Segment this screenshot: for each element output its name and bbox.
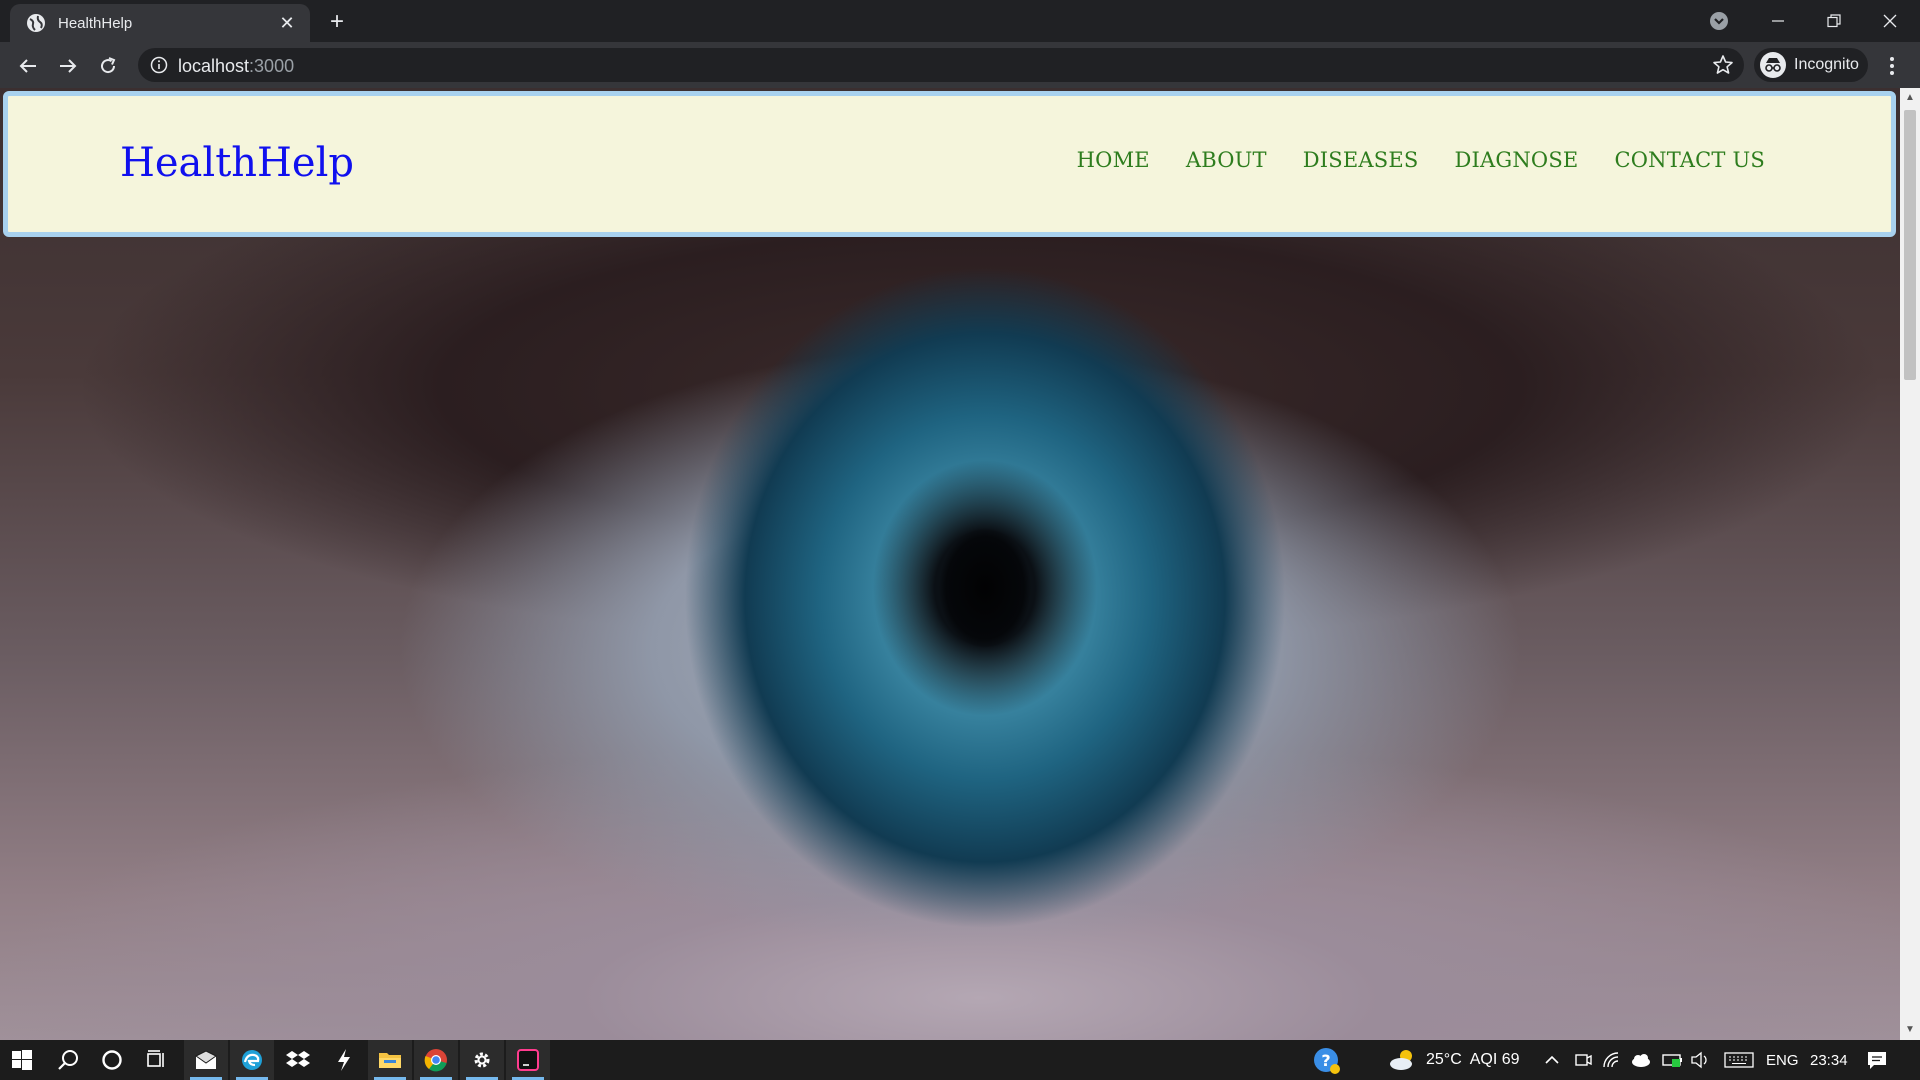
reload-button[interactable] <box>92 50 124 82</box>
tray-volume[interactable] <box>1690 1040 1710 1080</box>
url-text[interactable]: localhost:3000 <box>178 56 294 77</box>
taskbar-chrome[interactable] <box>414 1040 458 1080</box>
tray-onedrive[interactable] <box>1630 1040 1652 1080</box>
tray-clock[interactable]: 23:34 <box>1810 1040 1848 1080</box>
more-menu-icon[interactable] <box>1880 54 1904 78</box>
search-icon <box>58 1050 78 1070</box>
weather-cloud-sun-icon <box>1390 1050 1412 1070</box>
windows-logo-icon <box>12 1050 32 1070</box>
minimize-button[interactable] <box>1750 0 1806 42</box>
new-tab-button[interactable]: + <box>322 8 352 38</box>
tray-touch-keyboard[interactable] <box>1724 1040 1754 1080</box>
reload-icon <box>101 57 116 74</box>
browser-toolbar: localhost:3000 Incognito <box>0 42 1920 88</box>
page-viewport: HealthHelp HOME ABOUT DISEASES DIAGNOSE … <box>0 88 1900 1040</box>
lightning-icon <box>338 1049 350 1071</box>
tab-strip: HealthHelp ✕ + <box>0 0 1920 42</box>
tab-search-icon[interactable] <box>1708 10 1730 32</box>
wifi-icon <box>1603 1052 1619 1068</box>
bookmark-star-icon[interactable] <box>1712 54 1734 76</box>
chevron-up-icon <box>1545 1055 1559 1064</box>
page-scrollbar[interactable]: ▲ ▼ <box>1900 88 1920 1040</box>
speaker-icon <box>1691 1051 1707 1069</box>
nav-about[interactable]: ABOUT <box>1186 148 1267 172</box>
chrome-icon <box>424 1049 447 1072</box>
tray-notifications[interactable] <box>1866 1040 1888 1080</box>
terminal-app-icon <box>517 1049 539 1071</box>
minimize-icon <box>1772 20 1784 22</box>
scroll-down-icon[interactable]: ▼ <box>1900 1020 1920 1040</box>
browser-tab[interactable]: HealthHelp ✕ <box>10 4 310 42</box>
arrow-left-icon <box>19 59 36 73</box>
taskbar-mail[interactable] <box>184 1040 228 1080</box>
incognito-icon <box>1760 52 1786 78</box>
arrow-right-icon <box>60 59 77 73</box>
battery-icon <box>1662 1054 1682 1067</box>
address-bar[interactable]: localhost:3000 <box>138 48 1744 82</box>
close-window-button[interactable] <box>1862 0 1918 42</box>
site-nav: HOME ABOUT DISEASES DIAGNOSE CONTACT US <box>1077 148 1765 172</box>
cortana-circle-icon <box>102 1050 122 1070</box>
url-host: localhost <box>178 56 250 76</box>
task-view-icon <box>147 1050 164 1067</box>
incognito-label: Incognito <box>1794 56 1859 73</box>
taskbar-file-explorer[interactable] <box>368 1040 412 1080</box>
camera-icon <box>1575 1054 1592 1066</box>
info-icon[interactable] <box>150 56 168 74</box>
taskbar-bolt-app[interactable] <box>322 1040 366 1080</box>
edge-browser-icon <box>242 1050 262 1070</box>
taskbar-edge[interactable] <box>230 1040 274 1080</box>
close-tab-icon[interactable]: ✕ <box>276 13 298 34</box>
keyboard-icon <box>1724 1052 1754 1068</box>
weather-widget[interactable]: 25°C AQI 69 <box>1388 1040 1520 1080</box>
notification-icon <box>1868 1052 1886 1069</box>
cloud-icon <box>1632 1054 1650 1067</box>
windows-taskbar: ? 25°C AQI 69 ENG 23:34 <box>0 1040 1920 1080</box>
tray-overflow-button[interactable] <box>1544 1040 1560 1080</box>
help-question-icon: ? <box>1314 1048 1340 1074</box>
taskbar-terminal-app[interactable] <box>506 1040 550 1080</box>
scroll-thumb[interactable] <box>1904 110 1916 380</box>
nav-home[interactable]: HOME <box>1077 148 1150 172</box>
mail-icon <box>195 1050 217 1069</box>
tray-meet-now[interactable] <box>1574 1040 1592 1080</box>
tray-language[interactable]: ENG <box>1766 1040 1799 1080</box>
tray-wifi[interactable] <box>1602 1040 1622 1080</box>
folder-icon <box>379 1053 401 1068</box>
restore-button[interactable] <box>1806 0 1862 42</box>
globe-icon <box>27 14 45 32</box>
restore-icon <box>1827 14 1841 28</box>
task-view-button[interactable] <box>134 1040 178 1080</box>
tab-title: HealthHelp <box>58 14 133 32</box>
nav-diagnose[interactable]: DIAGNOSE <box>1454 148 1578 172</box>
help-icon[interactable]: ? <box>1312 1040 1342 1080</box>
taskbar-dropbox[interactable] <box>276 1040 320 1080</box>
gear-icon <box>474 1052 490 1068</box>
url-port: :3000 <box>249 56 295 76</box>
forward-button[interactable] <box>52 50 84 82</box>
site-logo[interactable]: HealthHelp <box>120 140 354 186</box>
site-header: HealthHelp HOME ABOUT DISEASES DIAGNOSE … <box>3 91 1896 237</box>
weather-aqi: AQI 69 <box>1469 1051 1520 1068</box>
taskbar-settings[interactable] <box>460 1040 504 1080</box>
dropbox-icon <box>286 1051 310 1067</box>
cortana-button[interactable] <box>90 1040 134 1080</box>
incognito-profile-button[interactable]: Incognito <box>1754 48 1868 82</box>
nav-contact-us[interactable]: CONTACT US <box>1614 148 1765 172</box>
weather-temp: 25°C <box>1426 1051 1462 1068</box>
close-icon <box>1883 14 1897 28</box>
back-button[interactable] <box>12 50 44 82</box>
nav-diseases[interactable]: DISEASES <box>1303 148 1419 172</box>
search-button[interactable] <box>46 1040 90 1080</box>
scroll-up-icon[interactable]: ▲ <box>1900 88 1920 108</box>
start-button[interactable] <box>0 1040 44 1080</box>
tray-battery[interactable] <box>1662 1040 1684 1080</box>
svg-text:?: ? <box>1321 1051 1330 1070</box>
